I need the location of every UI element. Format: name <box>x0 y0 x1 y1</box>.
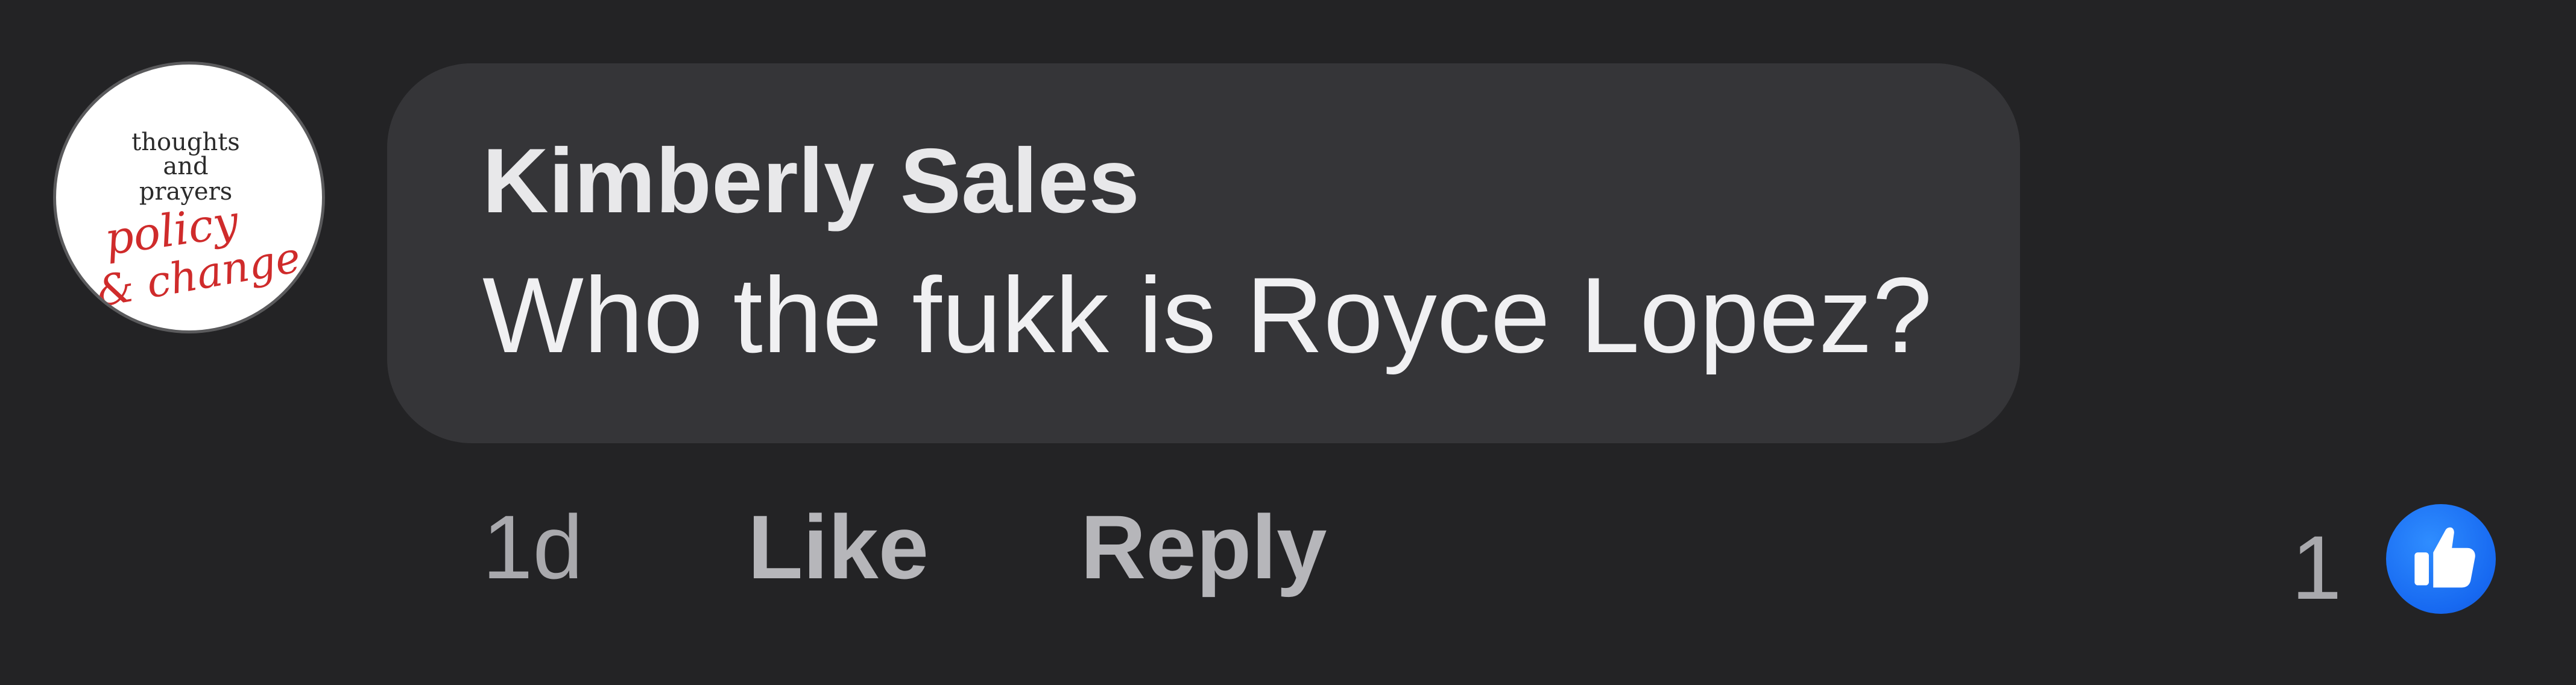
reaction-count[interactable]: 1 <box>2291 522 2341 613</box>
like-button[interactable]: Like <box>748 502 929 592</box>
thumbs-up-icon-graphic <box>2414 527 2475 588</box>
avatar-image: thoughts and prayers policy & change <box>92 128 304 317</box>
thumbs-up-icon[interactable] <box>2386 504 2496 614</box>
reply-button[interactable]: Reply <box>1081 502 1327 592</box>
comment-author[interactable]: Kimberly Sales <box>482 135 1140 227</box>
comment-text: Who the fukk is Royce Lopez? <box>482 255 1933 375</box>
comment-bubble <box>387 63 2020 443</box>
avatar-text-line2: and <box>163 153 208 180</box>
avatar[interactable]: thoughts and prayers policy & change <box>56 65 322 330</box>
comment-timestamp[interactable]: 1d <box>482 502 583 592</box>
